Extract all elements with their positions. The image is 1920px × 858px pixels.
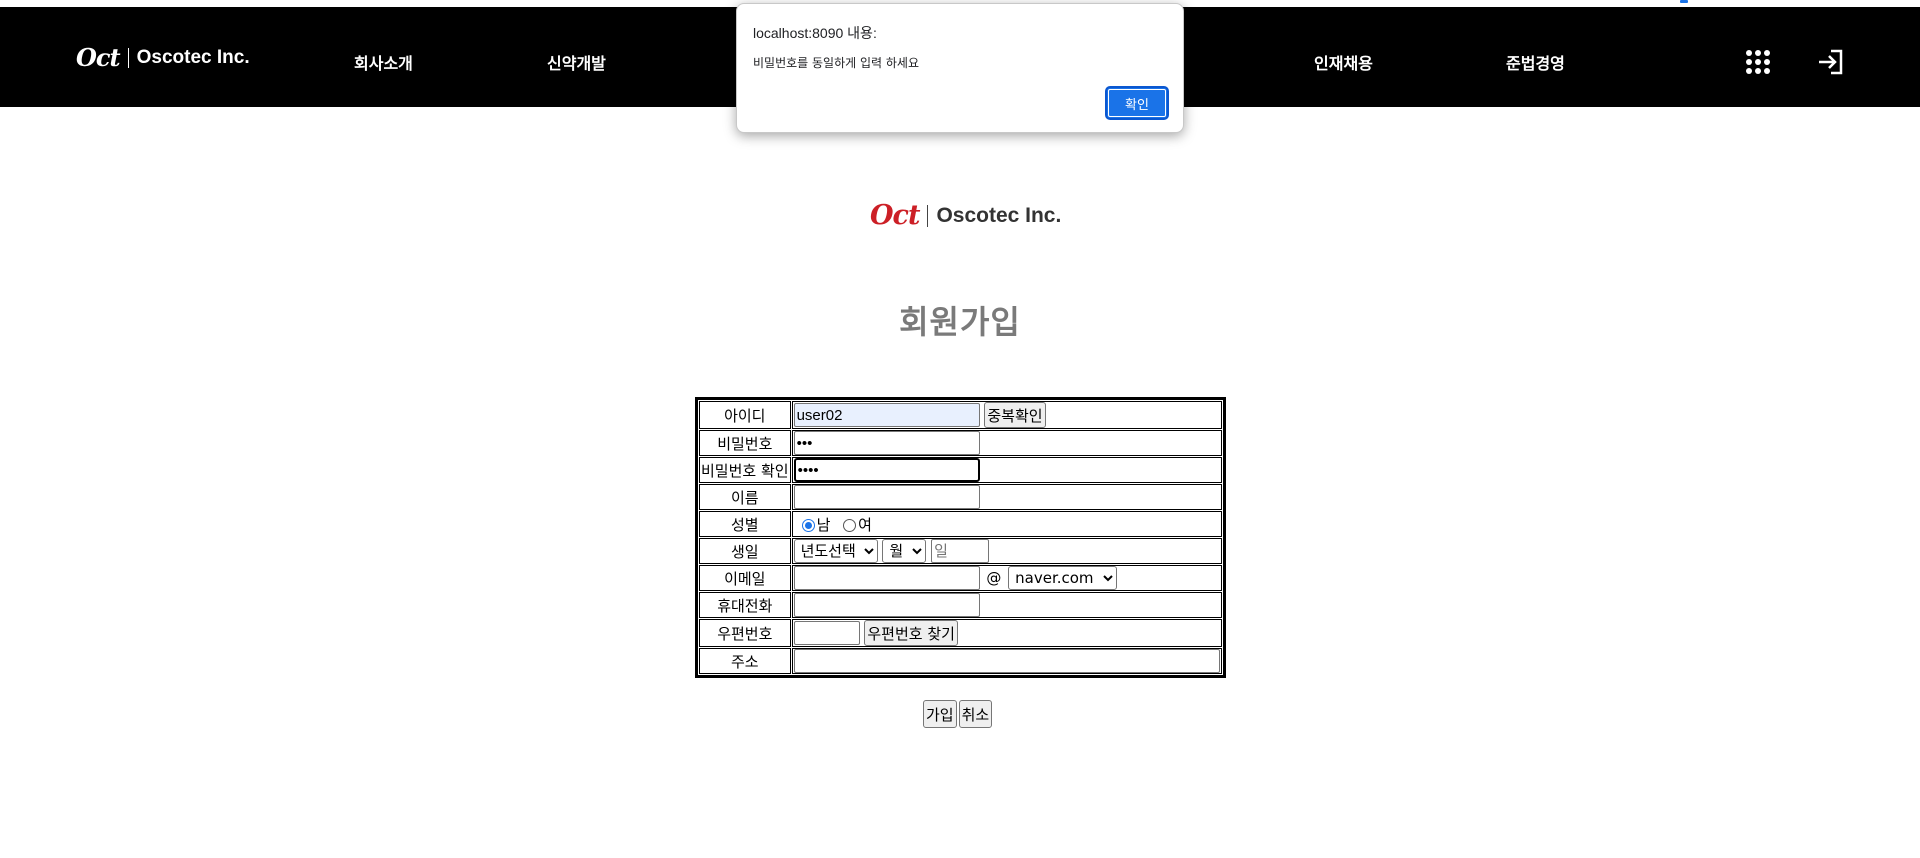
oct-logo-mark: Oct bbox=[76, 43, 121, 72]
row-address: 주소 bbox=[699, 648, 1222, 674]
email-domain-select[interactable]: naver.com bbox=[1008, 566, 1118, 590]
row-id: 아이디 중복확인 bbox=[699, 401, 1222, 429]
alert-dialog: localhost:8090 내용: 비밀번호를 동일하게 입력 하세요 확인 bbox=[736, 3, 1184, 133]
password-confirm-label: 비밀번호 확인 bbox=[699, 457, 791, 483]
dialog-ok-button[interactable]: 확인 bbox=[1105, 86, 1169, 120]
gender-male-radio[interactable] bbox=[801, 518, 815, 532]
birth-year-select[interactable]: 년도선택 bbox=[793, 539, 878, 563]
birth-month-select[interactable]: 월 bbox=[882, 539, 927, 563]
row-password: 비밀번호 bbox=[699, 430, 1222, 456]
row-email: 이메일 @ naver.com bbox=[699, 565, 1222, 591]
center-logo: Oct Oscotec Inc. bbox=[870, 200, 1061, 231]
email-at-sign: @ bbox=[986, 569, 1002, 587]
login-icon[interactable] bbox=[1815, 47, 1845, 77]
row-password-confirm: 비밀번호 확인 bbox=[699, 457, 1222, 483]
name-label: 이름 bbox=[699, 484, 791, 510]
nav-item-drug-development[interactable]: 신약개발 bbox=[547, 50, 606, 74]
gender-female-label: 여 bbox=[858, 515, 872, 534]
password-input[interactable] bbox=[793, 431, 980, 455]
email-label: 이메일 bbox=[699, 565, 791, 591]
email-user-input[interactable] bbox=[793, 566, 980, 590]
form-actions: 가입 취소 bbox=[923, 700, 993, 728]
duplicate-check-button[interactable]: 중복확인 bbox=[984, 402, 1046, 428]
nav-item-compliance[interactable]: 준법경영 bbox=[1506, 50, 1565, 74]
postcode-input[interactable] bbox=[793, 621, 860, 645]
extension-indicator bbox=[1680, 0, 1688, 3]
nav-item-careers[interactable]: 인재채용 bbox=[1314, 50, 1373, 74]
dialog-message: 비밀번호를 동일하게 입력 하세요 bbox=[753, 56, 920, 70]
row-name: 이름 bbox=[699, 484, 1222, 510]
gender-label: 성별 bbox=[699, 511, 791, 537]
address-label: 주소 bbox=[699, 648, 791, 674]
logo-divider bbox=[927, 204, 929, 227]
gender-male-label: 남 bbox=[816, 515, 831, 534]
row-phone: 휴대전화 bbox=[699, 592, 1222, 618]
logo-company-name: Oscotec Inc. bbox=[136, 46, 250, 68]
row-postcode: 우편번호 우편번호 찾기 bbox=[699, 619, 1222, 647]
gender-female-radio[interactable] bbox=[843, 518, 857, 532]
submit-button[interactable]: 가입 bbox=[923, 700, 957, 728]
signup-form: 아이디 중복확인 비밀번호 비밀번호 확인 이름 성별 남 여 생일 년도선택 … bbox=[695, 397, 1226, 678]
id-label: 아이디 bbox=[699, 401, 791, 429]
page-title: 회원가입 bbox=[899, 303, 1021, 341]
password-confirm-input[interactable] bbox=[793, 458, 980, 482]
address-input[interactable] bbox=[793, 649, 1220, 673]
row-gender: 성별 남 여 bbox=[699, 511, 1222, 537]
id-input[interactable] bbox=[793, 403, 980, 427]
name-input[interactable] bbox=[793, 485, 980, 509]
postcode-label: 우편번호 bbox=[699, 619, 791, 647]
birth-day-input[interactable] bbox=[931, 539, 990, 563]
row-birthday: 생일 년도선택 월 bbox=[699, 538, 1222, 564]
oct-logo-mark: Oct bbox=[870, 200, 920, 231]
postcode-search-button[interactable]: 우편번호 찾기 bbox=[864, 620, 958, 646]
apps-grid-icon[interactable] bbox=[1746, 50, 1770, 74]
logo-company-name: Oscotec Inc. bbox=[936, 203, 1062, 227]
header-logo[interactable]: Oct Oscotec Inc. bbox=[76, 43, 250, 72]
password-label: 비밀번호 bbox=[699, 430, 791, 456]
phone-label: 휴대전화 bbox=[699, 592, 791, 618]
nav-item-company[interactable]: 회사소개 bbox=[354, 50, 413, 74]
logo-divider bbox=[127, 47, 129, 68]
cancel-button[interactable]: 취소 bbox=[958, 700, 993, 728]
phone-input[interactable] bbox=[793, 593, 980, 617]
birthday-label: 생일 bbox=[699, 538, 791, 564]
dialog-title: localhost:8090 내용: bbox=[753, 25, 877, 41]
